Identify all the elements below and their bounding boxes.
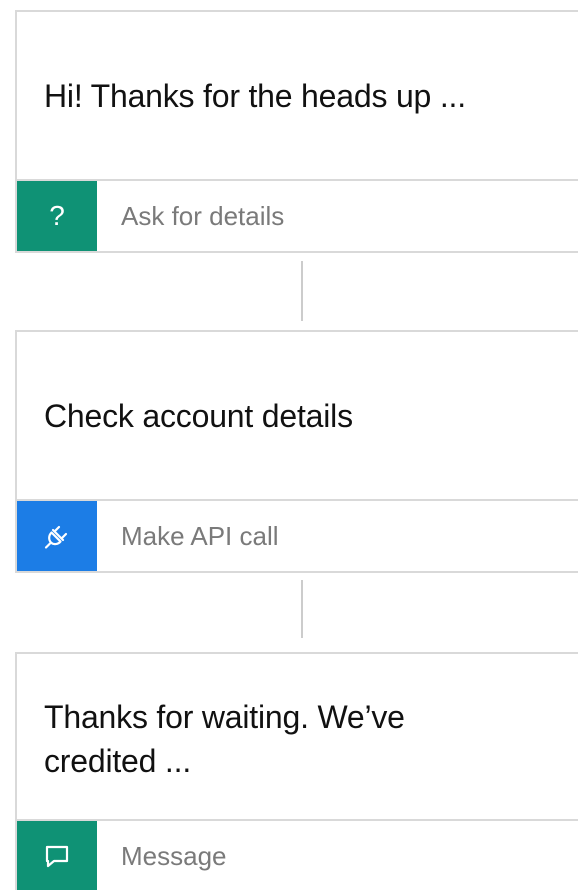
step-footer: Make API call bbox=[17, 499, 578, 571]
connector-line bbox=[301, 580, 303, 638]
step-text: Check account details bbox=[17, 332, 578, 499]
plug-icon bbox=[17, 501, 97, 571]
step-card-message[interactable]: Thanks for waiting. We’ve credited ... M… bbox=[15, 652, 578, 890]
step-message: Hi! Thanks for the heads up ... bbox=[44, 77, 466, 114]
chat-bubble-icon bbox=[17, 821, 97, 890]
step-type-label: Message bbox=[121, 840, 227, 871]
step-text: Hi! Thanks for the heads up ... bbox=[17, 12, 578, 179]
step-text: Thanks for waiting. We’ve credited ... bbox=[17, 654, 578, 819]
step-card-make-api-call[interactable]: Check account details Make API call bbox=[15, 330, 578, 573]
step-type-label: Make API call bbox=[121, 520, 279, 551]
step-type-label: Ask for details bbox=[121, 200, 285, 231]
step-message: Check account details bbox=[44, 397, 353, 434]
question-icon: ? bbox=[17, 181, 97, 251]
step-message: Thanks for waiting. We’ve credited ... bbox=[44, 698, 405, 779]
step-footer: ? Ask for details bbox=[17, 179, 578, 251]
connector-line bbox=[301, 261, 303, 321]
flow-canvas: Hi! Thanks for the heads up ... ? Ask fo… bbox=[0, 0, 578, 890]
step-footer: Message bbox=[17, 819, 578, 890]
step-card-ask-for-details[interactable]: Hi! Thanks for the heads up ... ? Ask fo… bbox=[15, 10, 578, 253]
